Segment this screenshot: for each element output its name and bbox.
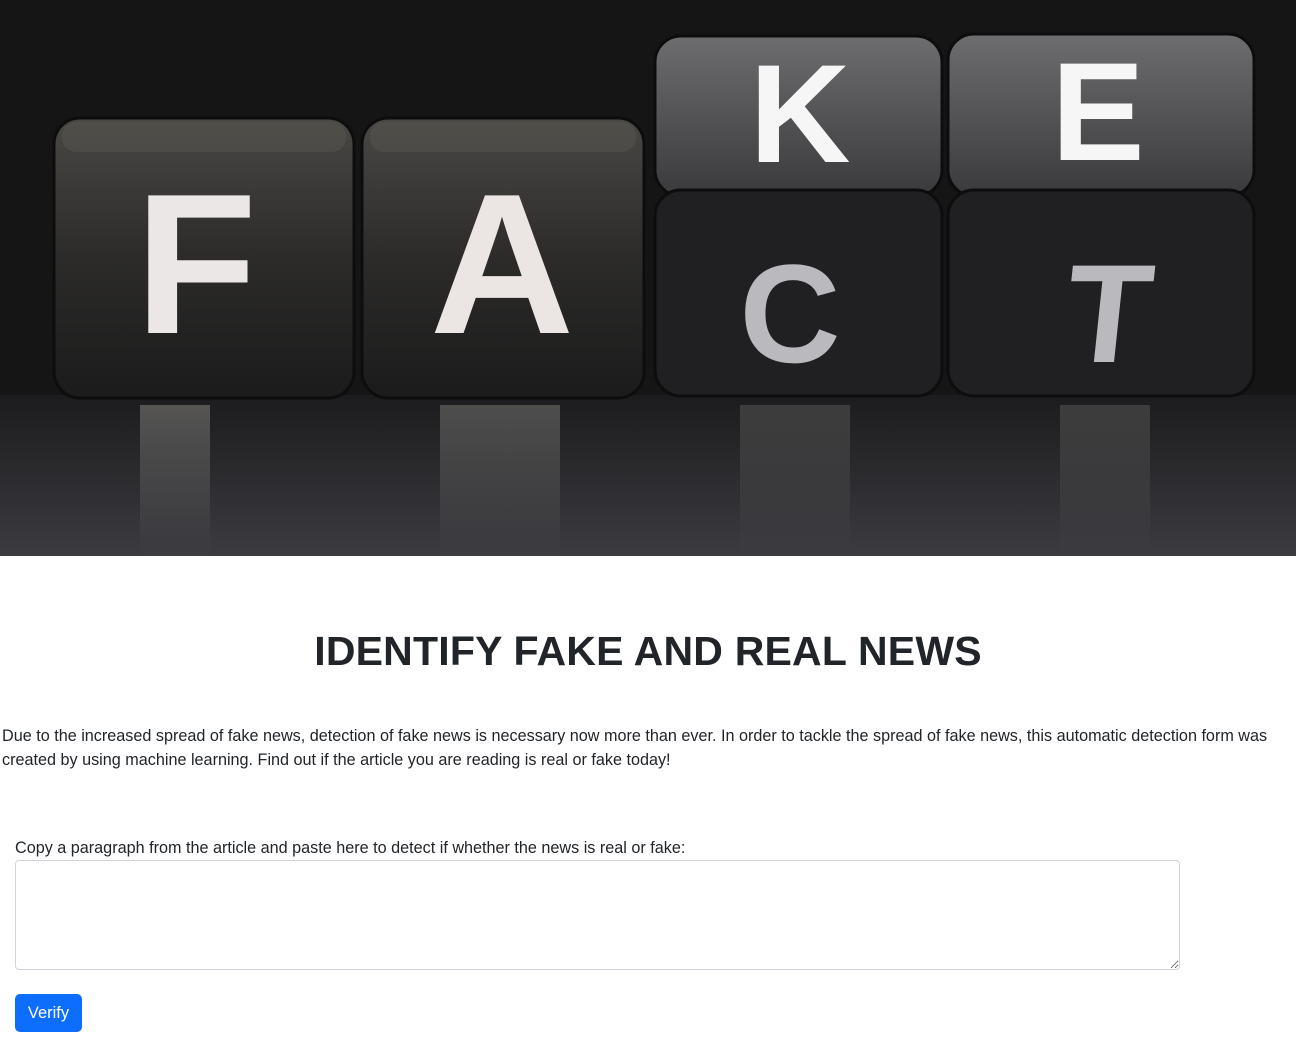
letter-e: E bbox=[1051, 33, 1144, 190]
fact-fake-dice-illustration: F A K E C T bbox=[0, 0, 1296, 556]
hero-image: F A K E C T bbox=[0, 0, 1296, 556]
letter-k: K bbox=[749, 35, 850, 192]
letter-f: F bbox=[135, 153, 257, 376]
letter-a: A bbox=[430, 153, 574, 376]
article-textarea[interactable] bbox=[15, 860, 1180, 970]
textarea-label: Copy a paragraph from the article and pa… bbox=[15, 839, 686, 857]
letter-c: C bbox=[739, 235, 840, 392]
letter-t: T bbox=[1058, 235, 1160, 392]
verify-button[interactable]: Verify bbox=[15, 994, 82, 1032]
page-title: IDENTIFY FAKE AND REAL NEWS bbox=[314, 628, 982, 674]
detection-form: Copy a paragraph from the article and pa… bbox=[15, 837, 1180, 1032]
intro-paragraph: Due to the increased spread of fake news… bbox=[2, 727, 1268, 769]
